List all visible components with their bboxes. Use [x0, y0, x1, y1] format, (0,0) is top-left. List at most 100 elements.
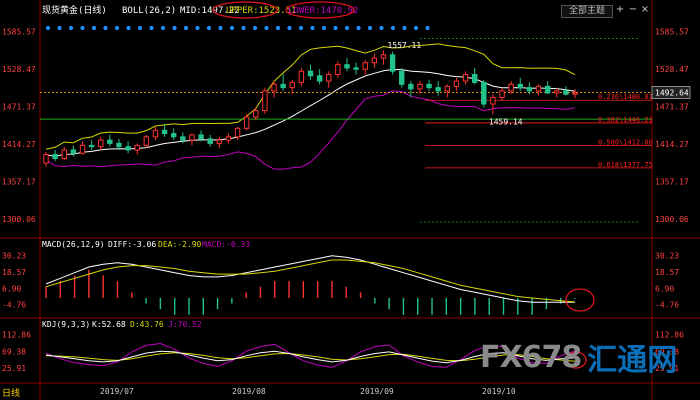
- kdj-axis-tick-left: 69.38: [2, 347, 26, 356]
- candle-body: [417, 83, 423, 90]
- candle-body: [335, 64, 341, 75]
- signal-dot: [402, 25, 407, 31]
- x-label-1: 2019/07: [100, 387, 134, 396]
- candle-body: [225, 136, 232, 141]
- candle-body: [554, 90, 560, 94]
- annotation-circle-macd: [565, 288, 595, 312]
- price-axis-tick-left: 1471.37: [2, 102, 36, 111]
- signal-dot: [57, 25, 62, 31]
- candle-body: [79, 144, 86, 154]
- signal-dot: [114, 25, 120, 31]
- candle-body: [326, 74, 332, 82]
- signal-dot: [287, 25, 292, 31]
- candle-body: [134, 144, 140, 151]
- boll-mid-line: [45, 68, 576, 158]
- signal-dot: [172, 25, 177, 31]
- candle-body: [207, 138, 213, 144]
- candle-body: [262, 90, 268, 112]
- candle-body: [189, 134, 195, 141]
- candle-body: [444, 85, 451, 92]
- candle-body: [289, 81, 295, 89]
- candle-body: [234, 127, 241, 138]
- price-axis-tick: 1585.57: [655, 27, 689, 36]
- price-axis-tick: 1300.06: [655, 215, 689, 224]
- main-price-pane: 1585.57 1585.57 1528.47 1528.47 1471.37 1471.…: [2, 25, 691, 224]
- signal-dot: [206, 25, 212, 31]
- signal-dot: [126, 25, 131, 31]
- candle-body: [362, 62, 368, 70]
- candle-body: [198, 134, 204, 140]
- macd-axis-tick: -4.76: [655, 301, 679, 310]
- signal-dot: [68, 25, 74, 31]
- candle-body: [43, 154, 49, 164]
- candle-body: [98, 139, 104, 148]
- candle-body: [563, 90, 569, 95]
- x-label-2: 2019/08: [232, 387, 266, 396]
- period-tab[interactable]: 日线: [2, 386, 20, 399]
- signal-dot: [321, 25, 327, 31]
- candle-body: [517, 83, 523, 89]
- candle-body: [399, 70, 405, 85]
- signal-dot: [149, 25, 154, 31]
- kdj-j: J:70.52: [168, 320, 202, 329]
- minus-icon[interactable]: −: [627, 4, 639, 16]
- candle-body: [70, 149, 77, 154]
- candle-body: [426, 83, 432, 89]
- candle-body: [161, 129, 168, 135]
- macd-axis-tick-left: -4.76: [2, 301, 26, 310]
- candle-body: [572, 92, 578, 95]
- signal-dot: [298, 25, 304, 31]
- theme-dropdown[interactable]: 全部主题: [561, 5, 613, 18]
- add-icon[interactable]: +: [614, 4, 626, 16]
- candle-body: [316, 75, 323, 82]
- boll-label: BOLL(26,2): [122, 6, 176, 16]
- signal-dot: [275, 25, 281, 31]
- x-label-4: 2019/10: [482, 387, 516, 396]
- candle-body: [125, 146, 131, 151]
- price-axis-tick: 1471.37: [655, 102, 689, 111]
- candle-body: [380, 54, 387, 59]
- candle-body: [243, 116, 250, 129]
- macd-dea: DEA:-2.90: [158, 240, 202, 249]
- macd-pane: 30.23 30.23 18.57 18.57 6.90 6.90 -4.76 -4.76: [2, 251, 679, 315]
- candle-body: [216, 139, 222, 144]
- kdj-k: K:52.68: [92, 320, 126, 329]
- candle-body: [508, 83, 514, 92]
- signal-dot: [310, 25, 315, 31]
- signal-dot: [344, 25, 350, 31]
- candle-body: [52, 154, 58, 159]
- candle-body: [353, 67, 359, 70]
- price-axis-tick: 1528.47: [655, 65, 689, 74]
- signal-dot: [390, 25, 396, 31]
- signal-dot: [367, 25, 373, 31]
- candle-body: [143, 136, 150, 146]
- candle-body: [453, 80, 460, 87]
- candle-body: [471, 74, 478, 83]
- candle-body: [253, 110, 259, 118]
- candle-body: [435, 87, 441, 92]
- kdj-header: KDJ(9,3,3): [42, 320, 90, 329]
- watermark-text: FX678: [480, 339, 582, 375]
- close-icon[interactable]: ×: [639, 4, 651, 16]
- candle-body: [307, 70, 314, 77]
- chart-title: 现货黄金(日线): [42, 4, 107, 16]
- signal-dot: [379, 25, 384, 31]
- macd-diff-line: [45, 255, 576, 303]
- price-tag-label: 1492.64: [655, 88, 689, 97]
- signal-dot: [160, 25, 166, 31]
- signal-dot: [103, 25, 108, 31]
- signal-dot: [137, 25, 143, 31]
- candle-body: [344, 64, 350, 69]
- fib-level-label: 0.500\1412.00: [598, 138, 653, 146]
- signal-dot: [45, 25, 51, 31]
- boll-upper-line: [45, 43, 576, 150]
- candle-body: [499, 90, 505, 98]
- signal-dot: [333, 25, 338, 31]
- candle-body: [152, 129, 159, 138]
- low-label: 1459.14: [489, 117, 523, 126]
- signal-dot: [229, 25, 235, 31]
- price-axis-tick-left: 1300.06: [2, 215, 36, 224]
- boll-lower-line: [45, 90, 576, 170]
- candle-body: [116, 142, 122, 148]
- macd-axis-tick-left: 18.57: [2, 268, 26, 277]
